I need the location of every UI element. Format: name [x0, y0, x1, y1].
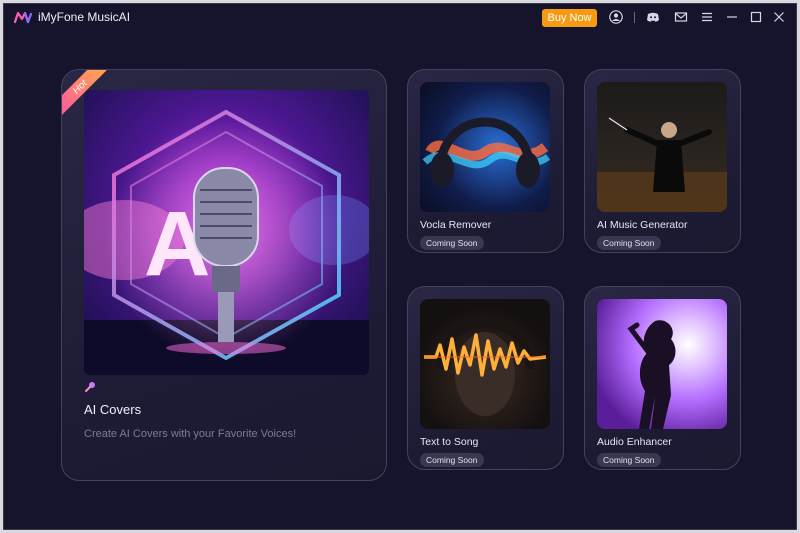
user-icon[interactable] — [609, 10, 623, 24]
audio-enhancer-artwork — [597, 299, 727, 429]
singer-silhouette-illustration — [627, 320, 676, 429]
close-icon[interactable] — [772, 10, 786, 24]
vocal-remover-title: Vocla Remover — [420, 219, 492, 231]
headphones-illustration — [422, 117, 550, 188]
text-to-song-title: Text to Song — [420, 436, 479, 448]
ai-music-generator-title: AI Music Generator — [597, 219, 688, 231]
conductor-illustration — [597, 117, 727, 212]
coming-soon-badge: Coming Soon — [597, 236, 661, 250]
vocal-remover-artwork — [420, 82, 550, 212]
menu-icon[interactable] — [700, 10, 714, 24]
vocal-remover-card[interactable]: Vocla Remover Coming Soon — [407, 69, 564, 253]
microphone-icon — [85, 382, 95, 392]
minimize-icon[interactable] — [725, 10, 739, 24]
titlebar-separator — [634, 12, 635, 23]
maximize-icon[interactable] — [749, 10, 763, 24]
microphone-illustration: AI — [84, 109, 369, 375]
ai-covers-title: AI Covers — [84, 402, 142, 417]
app-logo-icon — [14, 11, 32, 24]
coming-soon-badge: Coming Soon — [420, 453, 484, 467]
audio-enhancer-title: Audio Enhancer — [597, 436, 672, 448]
mail-icon[interactable] — [674, 10, 688, 24]
waveform-face-illustration — [424, 320, 547, 416]
ai-covers-artwork: AI — [84, 90, 369, 375]
ai-covers-subtitle: Create AI Covers with your Favorite Voic… — [84, 428, 297, 440]
ai-music-generator-artwork — [597, 82, 727, 212]
ai-music-generator-card[interactable]: AI Music Generator Coming Soon — [584, 69, 741, 253]
title-bar: iMyFone MusicAI Buy Now — [4, 4, 796, 30]
coming-soon-badge: Coming Soon — [420, 236, 484, 250]
app-title: iMyFone MusicAI — [38, 10, 131, 24]
text-to-song-artwork — [420, 299, 550, 429]
text-to-song-card[interactable]: Text to Song Coming Soon — [407, 286, 564, 470]
audio-enhancer-card[interactable]: Audio Enhancer Coming Soon — [584, 286, 741, 470]
app-window: iMyFone MusicAI Buy Now Hot AI AI Covers… — [3, 3, 797, 530]
discord-icon[interactable] — [646, 10, 660, 24]
buy-now-button[interactable]: Buy Now — [542, 9, 597, 27]
ai-covers-card[interactable]: Hot AI AI Covers Create AI Covers with y… — [61, 69, 387, 481]
coming-soon-badge: Coming Soon — [597, 453, 661, 467]
